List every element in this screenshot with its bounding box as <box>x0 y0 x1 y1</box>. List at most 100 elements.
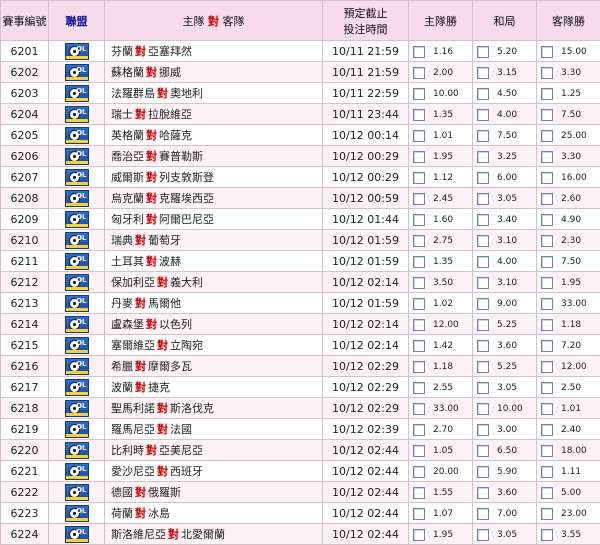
away-win-checkbox[interactable] <box>541 88 553 100</box>
draw-checkbox[interactable] <box>477 445 489 457</box>
league-cell[interactable]: OL <box>49 104 105 125</box>
draw-checkbox[interactable] <box>477 361 489 373</box>
league-cell[interactable]: OL <box>49 482 105 503</box>
away-win-checkbox[interactable] <box>541 487 553 499</box>
away-win-checkbox[interactable] <box>541 403 553 415</box>
away-win-checkbox[interactable] <box>541 151 553 163</box>
soccer-league-icon[interactable]: OL <box>65 316 89 333</box>
league-cell[interactable]: OL <box>49 398 105 419</box>
soccer-league-icon[interactable]: OL <box>65 106 89 123</box>
soccer-league-icon[interactable]: OL <box>65 127 89 144</box>
away-win-checkbox[interactable] <box>541 214 553 226</box>
home-win-checkbox[interactable] <box>413 214 425 226</box>
away-win-checkbox[interactable] <box>541 277 553 289</box>
draw-checkbox[interactable] <box>477 130 489 142</box>
away-win-checkbox[interactable] <box>541 529 553 541</box>
league-cell[interactable]: OL <box>49 125 105 146</box>
soccer-league-icon[interactable]: OL <box>65 358 89 375</box>
draw-checkbox[interactable] <box>477 529 489 541</box>
draw-checkbox[interactable] <box>477 277 489 289</box>
home-win-checkbox[interactable] <box>413 46 425 58</box>
soccer-league-icon[interactable]: OL <box>65 85 89 102</box>
soccer-league-icon[interactable]: OL <box>65 484 89 501</box>
draw-checkbox[interactable] <box>477 151 489 163</box>
home-win-checkbox[interactable] <box>413 130 425 142</box>
home-win-checkbox[interactable] <box>413 193 425 205</box>
league-cell[interactable]: OL <box>49 251 105 272</box>
home-win-checkbox[interactable] <box>413 529 425 541</box>
soccer-league-icon[interactable]: OL <box>65 505 89 522</box>
home-win-checkbox[interactable] <box>413 277 425 289</box>
soccer-league-icon[interactable]: OL <box>65 253 89 270</box>
league-cell[interactable]: OL <box>49 440 105 461</box>
league-cell[interactable]: OL <box>49 188 105 209</box>
soccer-league-icon[interactable]: OL <box>65 463 89 480</box>
draw-checkbox[interactable] <box>477 424 489 436</box>
away-win-checkbox[interactable] <box>541 130 553 142</box>
home-win-checkbox[interactable] <box>413 424 425 436</box>
league-cell[interactable]: OL <box>49 461 105 482</box>
league-cell[interactable]: OL <box>49 167 105 188</box>
away-win-checkbox[interactable] <box>541 256 553 268</box>
draw-checkbox[interactable] <box>477 67 489 79</box>
league-cell[interactable]: OL <box>49 209 105 230</box>
home-win-checkbox[interactable] <box>413 256 425 268</box>
soccer-league-icon[interactable]: OL <box>65 232 89 249</box>
draw-checkbox[interactable] <box>477 214 489 226</box>
soccer-league-icon[interactable]: OL <box>65 211 89 228</box>
draw-checkbox[interactable] <box>477 256 489 268</box>
draw-checkbox[interactable] <box>477 298 489 310</box>
league-cell[interactable]: OL <box>49 356 105 377</box>
away-win-checkbox[interactable] <box>541 109 553 121</box>
home-win-checkbox[interactable] <box>413 361 425 373</box>
league-cell[interactable]: OL <box>49 503 105 524</box>
home-win-checkbox[interactable] <box>413 445 425 457</box>
soccer-league-icon[interactable]: OL <box>65 148 89 165</box>
home-win-checkbox[interactable] <box>413 67 425 79</box>
soccer-league-icon[interactable]: OL <box>65 337 89 354</box>
home-win-checkbox[interactable] <box>413 487 425 499</box>
home-win-checkbox[interactable] <box>413 382 425 394</box>
league-cell[interactable]: OL <box>49 272 105 293</box>
soccer-league-icon[interactable]: OL <box>65 400 89 417</box>
soccer-league-icon[interactable]: OL <box>65 379 89 396</box>
draw-checkbox[interactable] <box>477 487 489 499</box>
soccer-league-icon[interactable]: OL <box>65 442 89 459</box>
draw-checkbox[interactable] <box>477 193 489 205</box>
away-win-checkbox[interactable] <box>541 193 553 205</box>
draw-checkbox[interactable] <box>477 403 489 415</box>
soccer-league-icon[interactable]: OL <box>65 421 89 438</box>
league-cell[interactable]: OL <box>49 314 105 335</box>
draw-checkbox[interactable] <box>477 88 489 100</box>
league-cell[interactable]: OL <box>49 293 105 314</box>
away-win-checkbox[interactable] <box>541 298 553 310</box>
home-win-checkbox[interactable] <box>413 88 425 100</box>
away-win-checkbox[interactable] <box>541 361 553 373</box>
away-win-checkbox[interactable] <box>541 319 553 331</box>
draw-checkbox[interactable] <box>477 109 489 121</box>
away-win-checkbox[interactable] <box>541 340 553 352</box>
away-win-checkbox[interactable] <box>541 445 553 457</box>
soccer-league-icon[interactable]: OL <box>65 526 89 543</box>
soccer-league-icon[interactable]: OL <box>65 43 89 60</box>
home-win-checkbox[interactable] <box>413 508 425 520</box>
away-win-checkbox[interactable] <box>541 46 553 58</box>
draw-checkbox[interactable] <box>477 46 489 58</box>
header-league[interactable]: 聯盟 <box>49 1 105 41</box>
away-win-checkbox[interactable] <box>541 172 553 184</box>
draw-checkbox[interactable] <box>477 172 489 184</box>
home-win-checkbox[interactable] <box>413 466 425 478</box>
home-win-checkbox[interactable] <box>413 172 425 184</box>
league-cell[interactable]: OL <box>49 146 105 167</box>
away-win-checkbox[interactable] <box>541 235 553 247</box>
home-win-checkbox[interactable] <box>413 298 425 310</box>
soccer-league-icon[interactable]: OL <box>65 64 89 81</box>
league-cell[interactable]: OL <box>49 83 105 104</box>
league-cell[interactable]: OL <box>49 335 105 356</box>
home-win-checkbox[interactable] <box>413 235 425 247</box>
soccer-league-icon[interactable]: OL <box>65 295 89 312</box>
league-cell[interactable]: OL <box>49 524 105 545</box>
soccer-league-icon[interactable]: OL <box>65 169 89 186</box>
league-cell[interactable]: OL <box>49 377 105 398</box>
league-cell[interactable]: OL <box>49 62 105 83</box>
